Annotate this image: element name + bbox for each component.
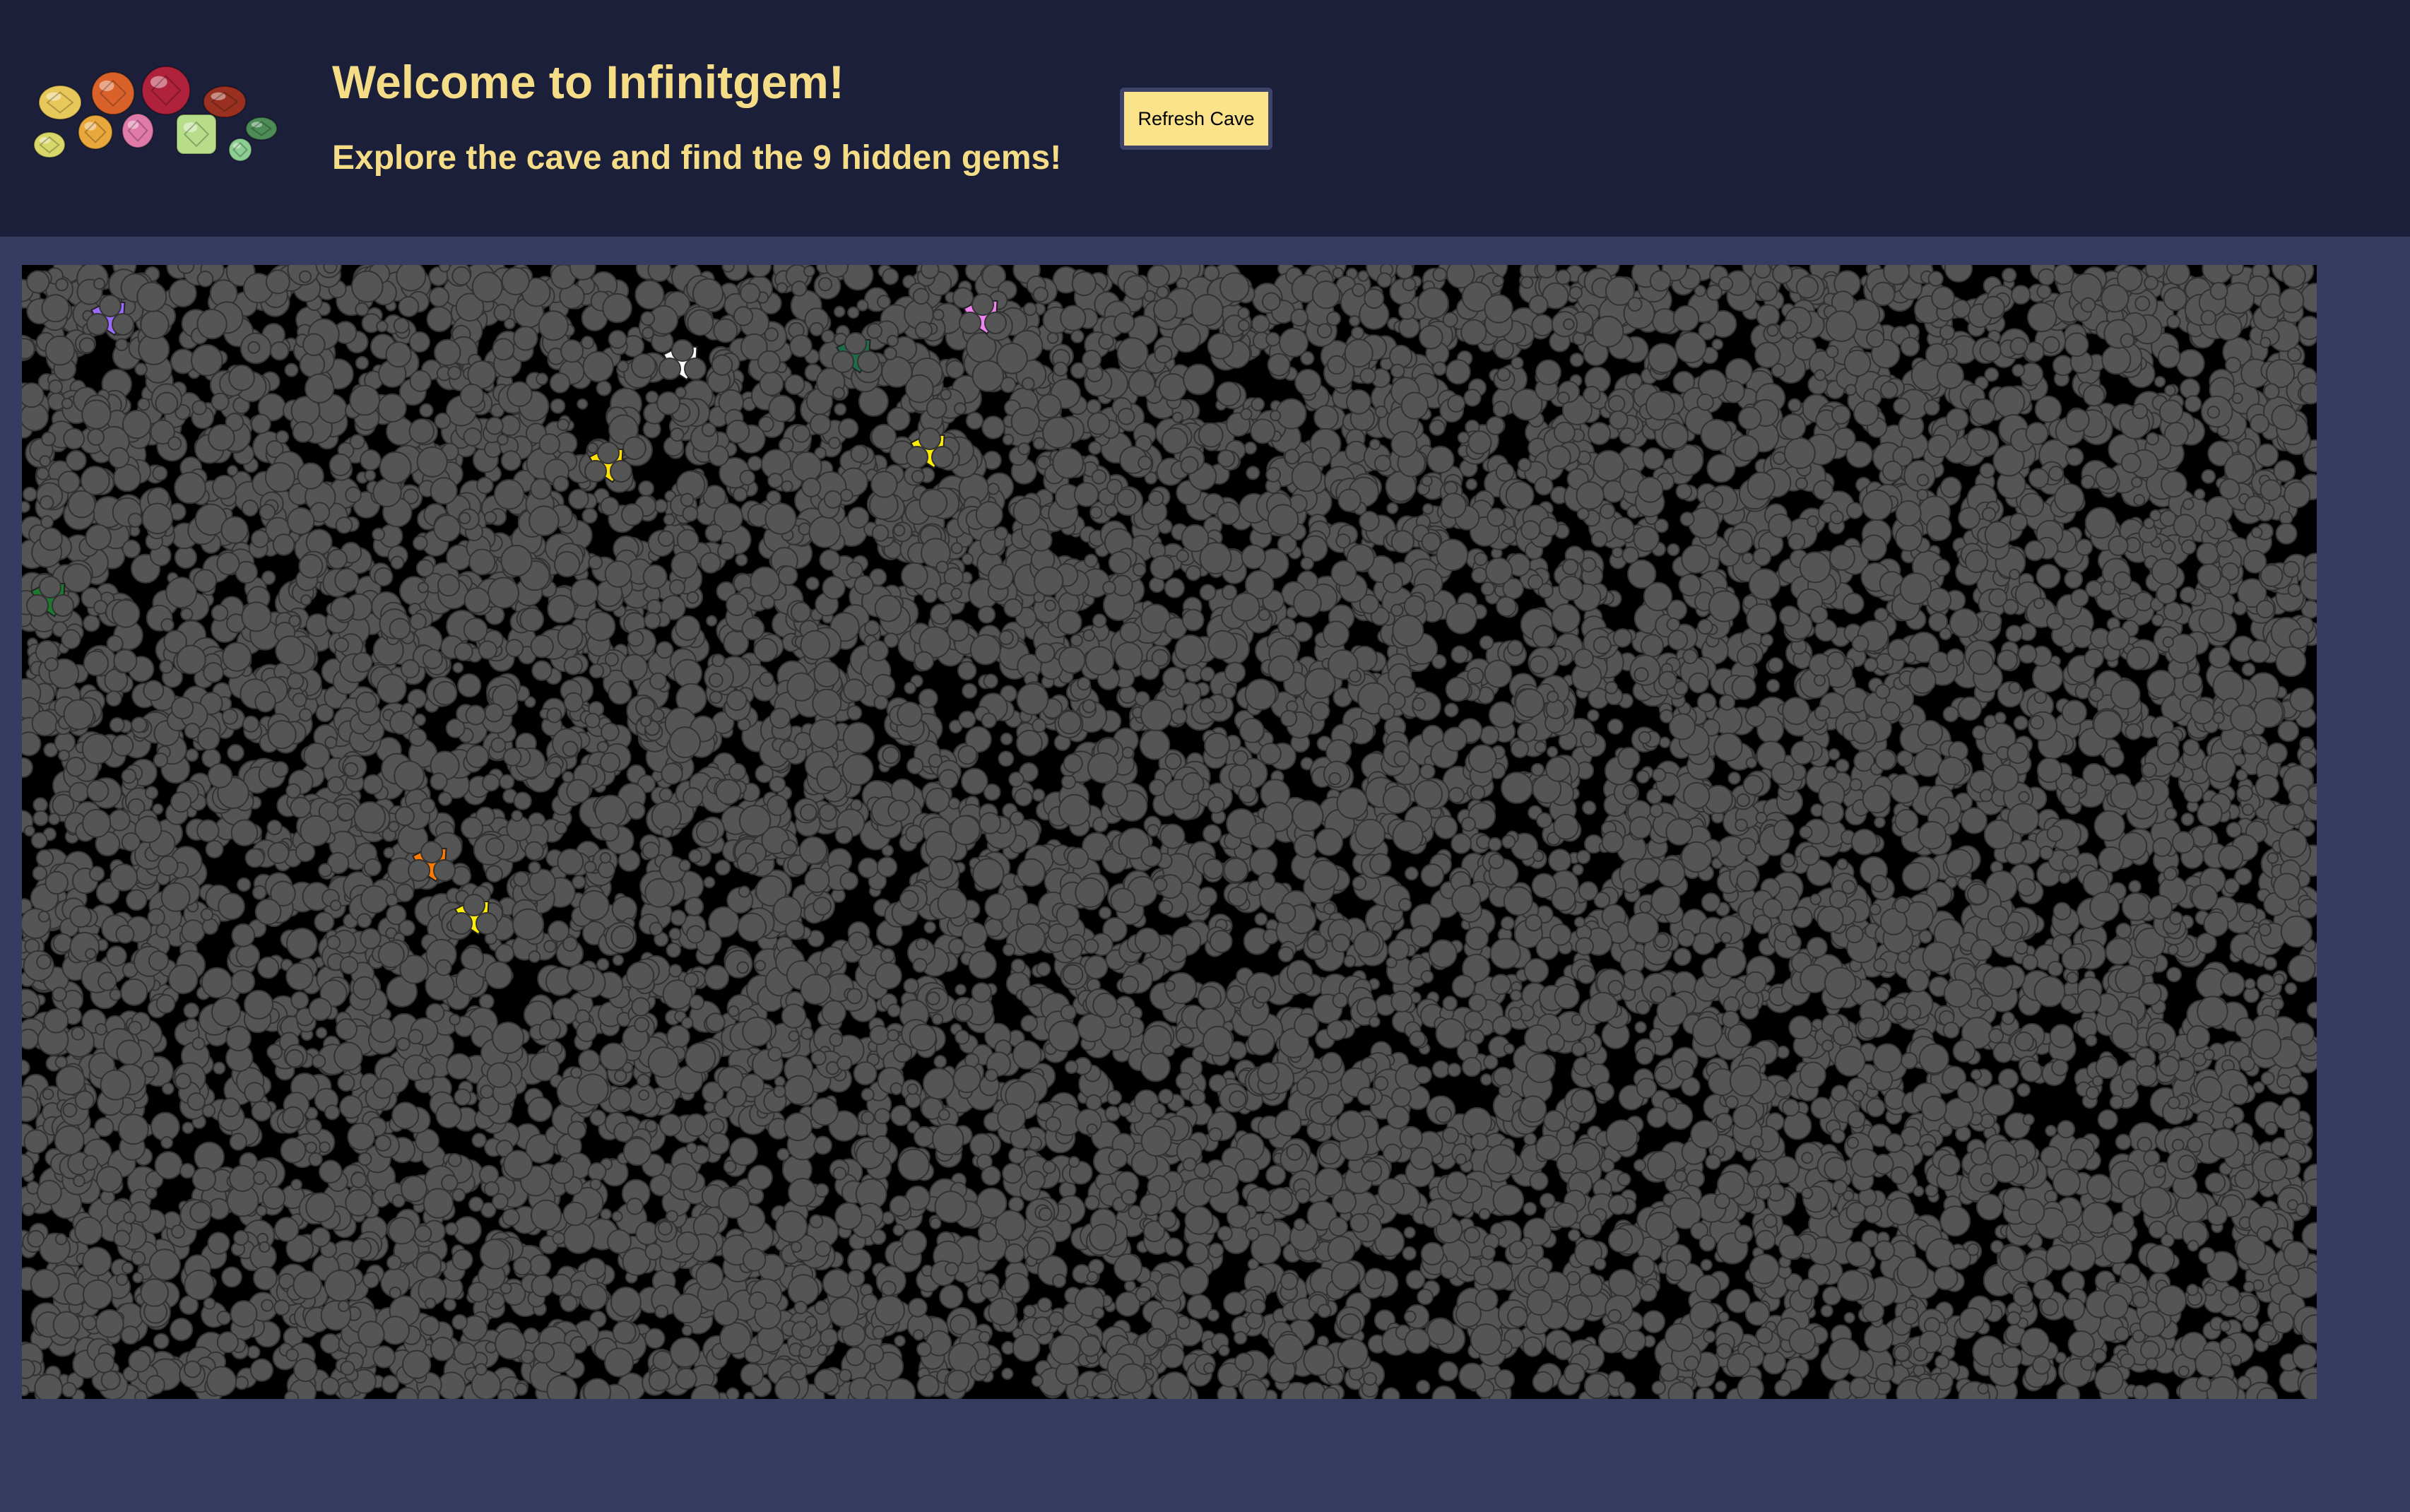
logo-gem-icon [78,114,113,150]
logo-gem-icon [228,138,252,162]
logo-gem-icon [91,71,135,115]
logo-gem-icon [122,113,154,148]
logo-gem-icon [245,117,278,141]
page-subtitle: Explore the cave and find the 9 hidden g… [332,139,1062,177]
logo-gem-icon [141,66,191,115]
logo-gem-icon [38,85,82,120]
logo-gem-icon [203,85,247,118]
gems-cluster-icon [33,66,278,162]
header-bar: Welcome to Infinitgem! Explore the cave … [0,0,2410,237]
gem-logo [28,57,290,177]
rock-layer[interactable] [22,265,2317,1399]
logo-gem-icon [33,131,66,158]
logo-gem-icon [176,114,217,155]
page-title: Welcome to Infinitgem! [332,56,844,108]
cave-canvas[interactable] [22,265,2317,1399]
refresh-cave-button[interactable]: Refresh Cave [1120,88,1272,150]
cave-rocks[interactable] [22,265,2317,1399]
